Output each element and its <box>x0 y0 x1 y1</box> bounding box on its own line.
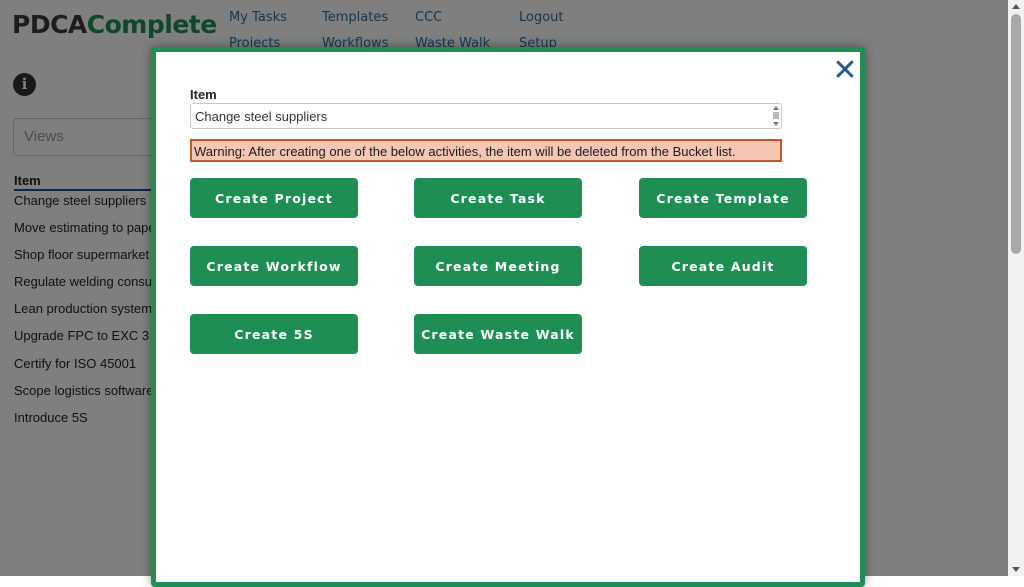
create-workflow-button[interactable]: Create Workflow <box>190 246 358 286</box>
scroll-up-arrow-icon[interactable] <box>773 106 779 110</box>
item-field-label: Item <box>190 87 217 102</box>
create-project-button[interactable]: Create Project <box>190 178 358 218</box>
scroll-down-arrow-icon[interactable] <box>773 122 779 126</box>
create-activity-modal: ✕ Item Change steel suppliers Warning: A… <box>151 47 865 587</box>
scrollbar-thumb[interactable] <box>773 112 779 119</box>
page-scrollbar[interactable] <box>1008 0 1024 576</box>
create-meeting-button[interactable]: Create Meeting <box>414 246 582 286</box>
create-template-button[interactable]: Create Template <box>639 178 807 218</box>
warning-banner: Warning: After creating one of the below… <box>190 139 782 162</box>
scroll-up-arrow-icon[interactable] <box>1012 4 1020 9</box>
item-textarea-value: Change steel suppliers <box>195 109 328 124</box>
close-icon[interactable]: ✕ <box>830 56 860 86</box>
create-5s-button[interactable]: Create 5S <box>190 314 358 354</box>
warning-text: Warning: After creating one of the below… <box>194 144 736 159</box>
create-task-button[interactable]: Create Task <box>414 178 582 218</box>
create-waste-walk-button[interactable]: Create Waste Walk <box>414 314 582 354</box>
create-audit-button[interactable]: Create Audit <box>639 246 807 286</box>
textarea-scrollbar[interactable] <box>772 106 780 126</box>
scrollbar-thumb[interactable] <box>1011 14 1021 254</box>
item-textarea[interactable]: Change steel suppliers <box>190 103 782 129</box>
scroll-down-arrow-icon[interactable] <box>1012 567 1020 572</box>
